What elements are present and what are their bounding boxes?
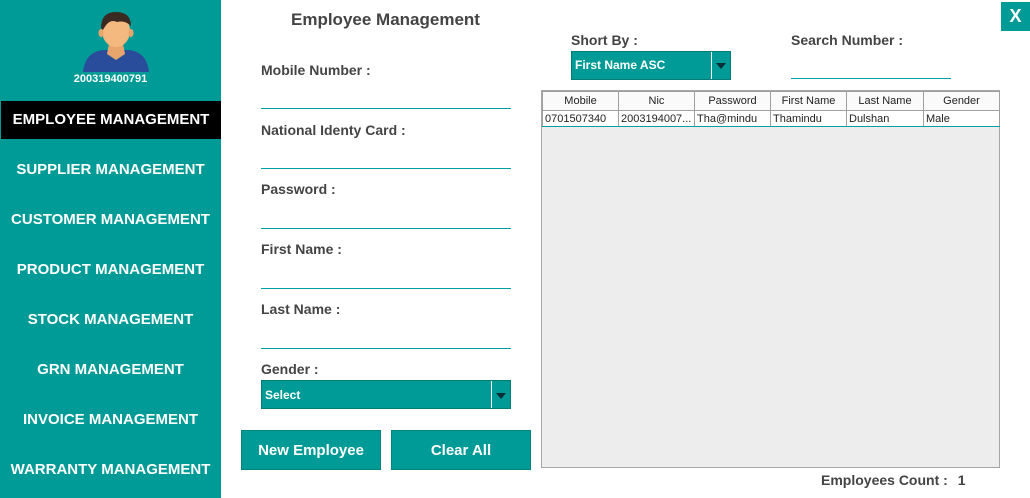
- nic-label: National Identy Card :: [261, 122, 406, 138]
- table-cell-first-name[interactable]: Thamindu: [770, 110, 847, 127]
- column-header-nic[interactable]: Nic: [618, 91, 695, 111]
- table-cell-mobile[interactable]: 0701507340: [542, 110, 619, 127]
- nav-employee-management[interactable]: EMPLOYEE MANAGEMENT: [1, 101, 221, 139]
- table-cell-password[interactable]: Tha@mindu: [694, 110, 771, 127]
- gender-dropdown-toggle[interactable]: [491, 381, 510, 408]
- nav-supplier-management[interactable]: SUPPLIER MANAGEMENT: [0, 151, 221, 189]
- password-input[interactable]: [261, 205, 511, 229]
- page-title: Employee Management: [291, 10, 480, 29]
- nav-warranty-management[interactable]: WARRANTY MANAGEMENT: [0, 451, 221, 489]
- column-header-last-name[interactable]: Last Name: [846, 91, 924, 111]
- sort-by-label: Short By :: [571, 32, 638, 48]
- nav-product-management[interactable]: PRODUCT MANAGEMENT: [0, 251, 221, 289]
- sidebar: 200319400791 EMPLOYEE MANAGEMENT SUPPLIE…: [0, 0, 221, 498]
- column-header-first-name[interactable]: First Name: [770, 91, 847, 111]
- chevron-down-icon: [716, 63, 726, 69]
- gender-label: Gender :: [261, 361, 319, 377]
- search-number-input[interactable]: [791, 55, 951, 79]
- table-cell-last-name[interactable]: Dulshan: [846, 110, 924, 127]
- column-header-password[interactable]: Password: [694, 91, 771, 111]
- last-name-label: Last Name :: [261, 301, 341, 317]
- nic-input[interactable]: [261, 145, 511, 169]
- table-cell-gender[interactable]: Male: [923, 110, 1000, 127]
- sort-by-select[interactable]: First Name ASC: [571, 51, 731, 80]
- employees-count-value: 1: [957, 472, 966, 488]
- new-employee-button[interactable]: New Employee: [241, 430, 381, 470]
- sort-by-select-value: First Name ASC: [575, 58, 666, 72]
- employee-table[interactable]: Mobile Nic Password First Name Last Name…: [541, 90, 1000, 468]
- nav-invoice-management[interactable]: INVOICE MANAGEMENT: [0, 401, 221, 439]
- close-button[interactable]: X: [1001, 2, 1030, 31]
- table-row[interactable]: 0701507340 2003194007... Tha@mindu Thami…: [542, 110, 1000, 127]
- table-cell-nic[interactable]: 2003194007...: [618, 110, 695, 127]
- last-name-input[interactable]: [261, 325, 511, 349]
- employees-count-label: Employees Count :: [821, 472, 948, 488]
- nav-stock-management[interactable]: STOCK MANAGEMENT: [0, 301, 221, 339]
- column-header-gender[interactable]: Gender: [923, 91, 1000, 111]
- gender-select-value: Select: [265, 388, 301, 402]
- employee-table-grid: Mobile Nic Password First Name Last Name…: [542, 91, 1000, 127]
- user-id: 200319400791: [73, 73, 148, 85]
- nav-customer-management[interactable]: CUSTOMER MANAGEMENT: [0, 201, 221, 239]
- search-number-label: Search Number :: [791, 32, 904, 48]
- gender-select[interactable]: Select: [261, 380, 511, 409]
- table-header-row: Mobile Nic Password First Name Last Name…: [542, 91, 1000, 111]
- clear-all-button[interactable]: Clear All: [391, 430, 531, 470]
- nav-grn-management[interactable]: GRN MANAGEMENT: [0, 351, 221, 389]
- sort-dropdown-toggle[interactable]: [711, 52, 730, 79]
- user-avatar-icon: [83, 12, 149, 72]
- first-name-input[interactable]: [261, 265, 511, 289]
- mobile-number-label: Mobile Number :: [261, 62, 371, 78]
- column-header-mobile[interactable]: Mobile: [542, 91, 619, 111]
- first-name-label: First Name :: [261, 241, 342, 257]
- mobile-number-input[interactable]: [261, 85, 511, 109]
- employees-count: Employees Count : 1: [821, 472, 965, 488]
- chevron-down-icon: [496, 393, 506, 399]
- password-label: Password :: [261, 181, 336, 197]
